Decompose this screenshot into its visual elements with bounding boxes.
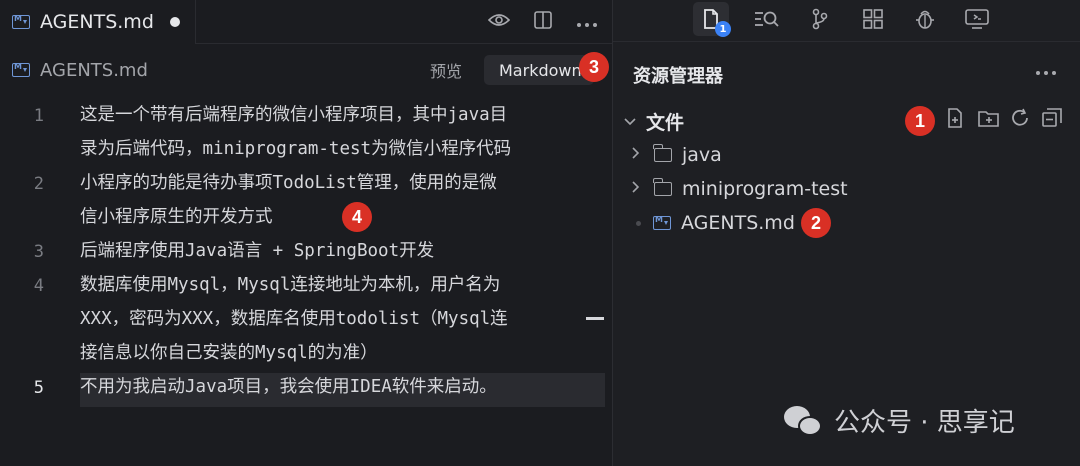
code-line-active[interactable]: 不用为我启动Java项目，我会使用IDEA软件来启动。 <box>80 370 497 404</box>
code-line[interactable]: 信小程序原生的开发方式 <box>80 200 273 234</box>
sidebar-divider <box>613 41 1080 42</box>
code-line[interactable]: 这是一个带有后端程序的微信小程序项目，其中java目 <box>80 98 507 132</box>
preview-toggle[interactable]: 预览 <box>430 58 462 82</box>
code-line[interactable]: XXX，密码为XXX，数据库名使用todolist（Mysql连 <box>80 302 508 336</box>
new-folder-icon[interactable] <box>978 109 999 132</box>
eye-icon[interactable] <box>487 12 511 33</box>
split-editor-icon[interactable] <box>534 10 552 34</box>
code-line[interactable]: 录为后端代码，miniprogram-test为微信小程序代码 <box>80 132 511 166</box>
chevron-right-icon <box>632 181 650 197</box>
watermark-text: 公众号 · 思享记 <box>834 408 1015 438</box>
breadcrumb-label[interactable]: AGENTS.md <box>40 60 148 81</box>
tree-item-label: AGENTS.md <box>681 212 795 234</box>
markdown-file-icon <box>653 215 671 230</box>
tab-actions <box>487 0 598 44</box>
line-number: 1 <box>33 106 44 126</box>
section-actions <box>946 108 1062 133</box>
callout-badge-3: 3 <box>579 52 609 82</box>
watermark: 公众号 · 思享记 <box>784 402 1015 439</box>
markdown-toggle[interactable]: Markdown <box>484 55 594 85</box>
wechat-icon <box>784 404 826 438</box>
tab-agents-md[interactable]: AGENTS.md <box>0 0 196 44</box>
callout-badge-1: 1 <box>905 106 935 136</box>
files-badge: 1 <box>715 21 731 37</box>
tree-item-label: miniprogram-test <box>682 178 848 200</box>
unsaved-dot-icon[interactable] <box>169 17 180 27</box>
tab-title: AGENTS.md <box>40 11 154 33</box>
tree-item-miniprogram-test[interactable]: miniprogram-test <box>632 178 848 200</box>
markdown-file-icon <box>12 62 30 77</box>
remote-icon[interactable] <box>959 2 995 36</box>
chevron-down-icon <box>624 114 642 130</box>
line-number: 3 <box>33 242 44 262</box>
code-line[interactable]: 小程序的功能是待办事项TodoList管理，使用的是微 <box>80 166 497 200</box>
new-file-icon[interactable] <box>946 108 966 133</box>
files-icon[interactable]: 1 <box>693 2 731 37</box>
line-number: 2 <box>33 174 44 194</box>
markdown-file-icon <box>12 14 30 29</box>
line-number-active: 5 <box>33 378 44 398</box>
explorer-title: 资源管理器 <box>633 66 723 87</box>
section-label: 文件 <box>646 112 685 134</box>
explorer-section-header[interactable]: 文件 <box>624 108 684 135</box>
callout-badge-4: 4 <box>342 202 372 232</box>
more-icon[interactable] <box>1035 60 1057 81</box>
indent-guide-dot <box>636 220 641 226</box>
chevron-right-icon <box>632 147 650 163</box>
callout-badge-2: 2 <box>801 208 831 238</box>
scrollbar-marker[interactable] <box>586 317 604 320</box>
tree-item-label: java <box>682 144 722 166</box>
tree-item-agents-md[interactable]: AGENTS.md <box>634 212 795 234</box>
code-line[interactable]: 后端程序使用Java语言 + SpringBoot开发 <box>80 234 434 268</box>
more-icon[interactable] <box>576 12 598 33</box>
collapse-all-icon[interactable] <box>1042 108 1062 133</box>
search-icon[interactable] <box>749 2 785 36</box>
refresh-icon[interactable] <box>1010 108 1030 133</box>
tree-item-java[interactable]: java <box>632 144 722 166</box>
editor-tab-bar: AGENTS.md <box>0 0 612 44</box>
code-line[interactable]: 接信息以你自己安装的Mysql的为准） <box>80 336 378 370</box>
code-line[interactable]: 数据库使用Mysql，Mysql连接地址为本机，用户名为 <box>80 268 500 302</box>
folder-icon <box>653 144 672 162</box>
line-number: 4 <box>33 276 44 296</box>
debug-icon[interactable] <box>907 2 943 36</box>
source-control-icon[interactable] <box>802 2 838 36</box>
folder-icon <box>653 178 672 196</box>
activity-bar: 1 <box>613 0 1080 40</box>
extensions-icon[interactable] <box>855 2 891 36</box>
